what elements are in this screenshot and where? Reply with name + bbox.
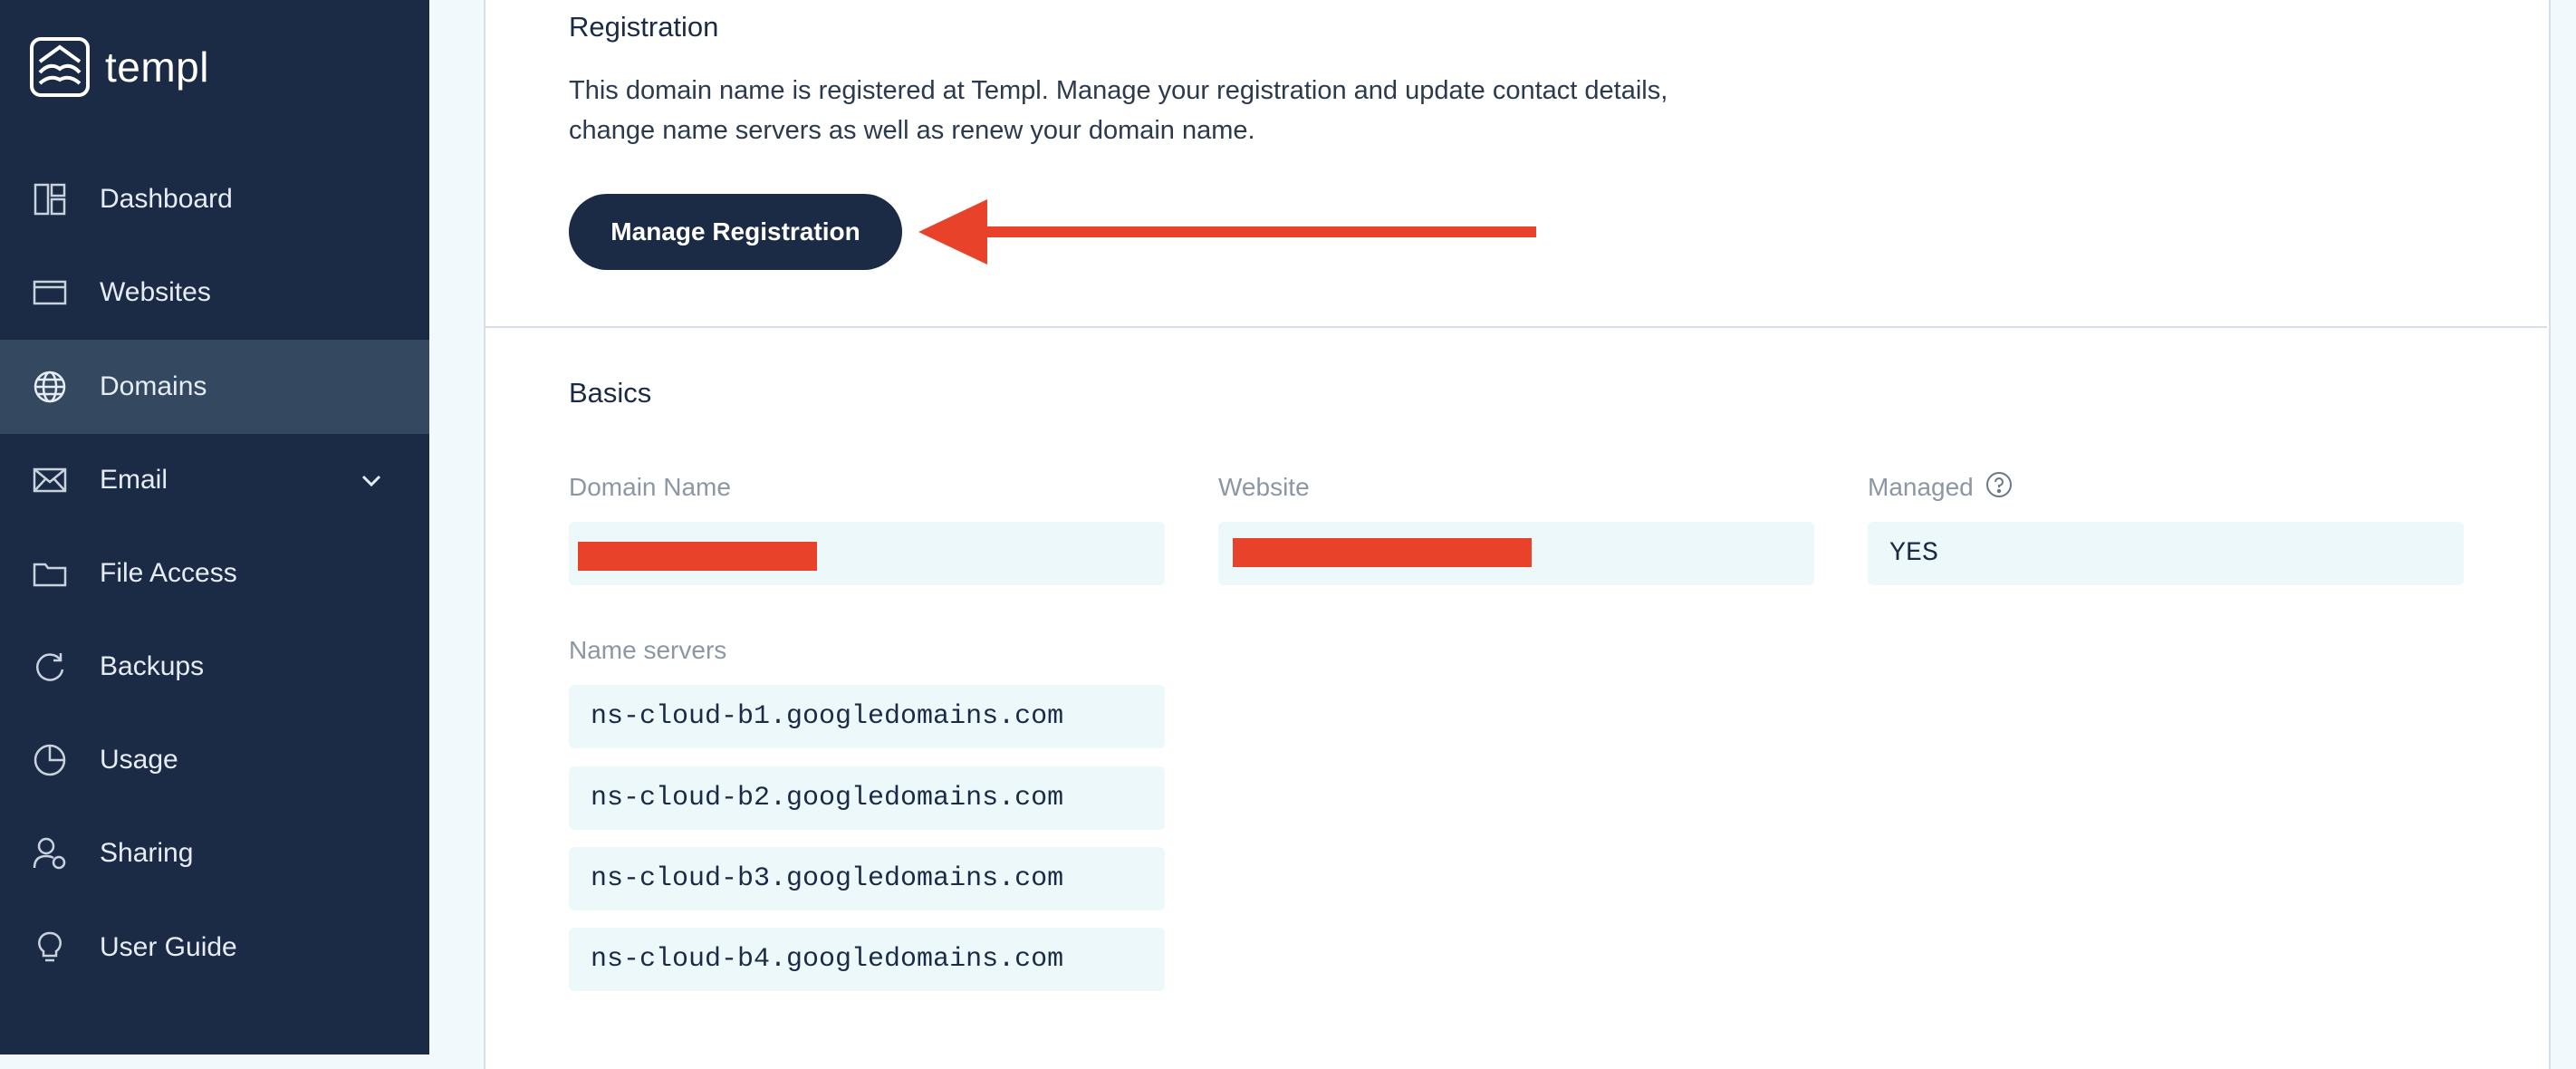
name-server-value: ns-cloud-b4.googledomains.com bbox=[591, 944, 1064, 975]
sidebar-item-user-guide[interactable]: User Guide bbox=[0, 900, 429, 995]
folder-icon bbox=[33, 563, 67, 587]
domain-name-field[interactable] bbox=[569, 522, 1165, 585]
dashboard-icon bbox=[34, 183, 66, 216]
envelope-icon bbox=[33, 467, 67, 493]
managed-field[interactable]: YES bbox=[1868, 522, 2464, 585]
sidebar-item-dashboard[interactable]: Dashboard bbox=[0, 152, 429, 246]
name-server-value: ns-cloud-b2.googledomains.com bbox=[591, 783, 1064, 814]
sidebar-item-label: Usage bbox=[100, 745, 178, 775]
lightbulb-icon bbox=[38, 931, 62, 962]
refresh-icon bbox=[36, 653, 64, 681]
name-server-field[interactable]: ns-cloud-b1.googledomains.com bbox=[569, 685, 1165, 748]
sidebar-item-backups[interactable]: Backups bbox=[0, 620, 429, 714]
redaction-mark bbox=[578, 542, 817, 571]
name-server-value: ns-cloud-b3.googledomains.com bbox=[591, 863, 1064, 894]
sidebar-item-domains[interactable]: Domains bbox=[0, 340, 429, 434]
sidebar-item-label: Backups bbox=[100, 651, 205, 681]
browser-window-icon bbox=[33, 280, 67, 305]
sidebar: templ Dashboard Websites Domains Email F… bbox=[0, 0, 429, 1055]
brand-name: templ bbox=[105, 43, 209, 91]
sidebar-item-usage[interactable]: Usage bbox=[0, 713, 429, 807]
user-settings-icon bbox=[33, 837, 66, 870]
registration-title: Registration bbox=[569, 11, 719, 43]
logo[interactable]: templ bbox=[29, 36, 209, 98]
managed-value: YES bbox=[1889, 538, 1939, 569]
sidebar-item-label: Domains bbox=[100, 371, 207, 401]
website-label: Website bbox=[1218, 473, 1310, 501]
name-server-field[interactable]: ns-cloud-b4.googledomains.com bbox=[569, 928, 1165, 991]
annotation-arrow-icon bbox=[918, 199, 1536, 265]
sidebar-item-file-access[interactable]: File Access bbox=[0, 526, 429, 621]
sidebar-item-label: Dashboard bbox=[100, 184, 233, 214]
name-server-field[interactable]: ns-cloud-b2.googledomains.com bbox=[569, 766, 1165, 830]
name-server-value: ns-cloud-b1.googledomains.com bbox=[591, 701, 1064, 732]
templ-logo-icon bbox=[30, 37, 90, 97]
name-servers-label: Name servers bbox=[569, 636, 727, 664]
sidebar-item-label: User Guide bbox=[100, 932, 237, 962]
domain-name-label: Domain Name bbox=[569, 473, 731, 501]
registration-description: This domain name is registered at Templ.… bbox=[569, 71, 1746, 150]
pie-chart-icon bbox=[34, 744, 66, 776]
website-field[interactable] bbox=[1218, 522, 1814, 585]
sidebar-item-websites[interactable]: Websites bbox=[0, 246, 429, 340]
help-icon[interactable] bbox=[1985, 471, 2013, 498]
managed-label: Managed bbox=[1868, 473, 1974, 501]
chevron-down-icon[interactable] bbox=[359, 467, 384, 493]
sidebar-item-email[interactable]: Email bbox=[0, 433, 429, 527]
registration-description-line: change name servers as well as renew you… bbox=[569, 116, 1255, 145]
manage-registration-button[interactable]: Manage Registration bbox=[569, 194, 902, 270]
globe-icon bbox=[34, 371, 66, 403]
basics-title: Basics bbox=[569, 377, 652, 409]
sidebar-item-label: Sharing bbox=[100, 838, 194, 868]
section-divider bbox=[485, 326, 2547, 328]
redaction-mark bbox=[1233, 538, 1532, 567]
sidebar-item-label: Email bbox=[100, 465, 168, 495]
name-server-field[interactable]: ns-cloud-b3.googledomains.com bbox=[569, 847, 1165, 910]
sidebar-item-label: File Access bbox=[100, 558, 237, 588]
registration-description-line: This domain name is registered at Templ.… bbox=[569, 76, 1668, 105]
sidebar-item-sharing[interactable]: Sharing bbox=[0, 806, 429, 900]
sidebar-item-label: Websites bbox=[100, 277, 211, 307]
